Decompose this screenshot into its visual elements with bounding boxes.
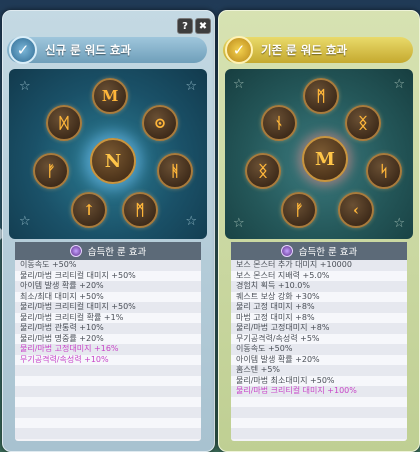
list-item bbox=[15, 428, 201, 439]
rune-board: ☆ ☆ ☆ ☆ M ⊙ ᚻ ᛗ ↑ ᚠ ᛞ N bbox=[9, 69, 207, 239]
list-item: 물리/마법 크리티컬 대미지 +100% bbox=[231, 386, 407, 397]
star-icon: ☆ bbox=[185, 214, 197, 229]
star-icon: ☆ bbox=[185, 79, 197, 94]
list-item bbox=[15, 396, 201, 407]
effect-list: 이동속도 +50% 물리/마법 크리티컬 대미지 +50% 아이템 발생 확률 … bbox=[15, 260, 201, 439]
panel-title: 기존 룬 워드 효과 bbox=[261, 43, 348, 57]
list-item: 무기공격력/속성력 +5% bbox=[231, 333, 407, 344]
list-item: 아이템 발생 확률 +20% bbox=[15, 281, 201, 292]
rune-slot-3[interactable]: ᛋ bbox=[366, 153, 402, 189]
list-item: 이동속도 +50% bbox=[15, 260, 201, 271]
list-item bbox=[231, 428, 407, 439]
star-icon: ☆ bbox=[19, 79, 31, 94]
list-item: 이동속도 +50% bbox=[231, 344, 407, 355]
list-item: 물리/마법 크리티컬 확률 +1% bbox=[15, 312, 201, 323]
effect-list-box: 습득한 룬 효과 보스 몬스터 추가 대미지 +10000 보스 몬스터 지배력… bbox=[231, 242, 407, 441]
list-item: 아이템 발생 확률 +20% bbox=[231, 354, 407, 365]
rune-orb-icon bbox=[280, 245, 293, 257]
list-item bbox=[231, 396, 407, 407]
checkmark-icon: ✓ bbox=[225, 36, 253, 64]
list-item bbox=[15, 386, 201, 397]
list-item bbox=[231, 407, 407, 418]
rune-slot-7[interactable]: ᚾ bbox=[261, 105, 297, 141]
center-rune[interactable]: M bbox=[302, 136, 348, 182]
star-icon: ☆ bbox=[393, 216, 405, 231]
list-item: 무기공격력/속성력 +10% bbox=[15, 354, 201, 365]
list-item: 물리/마법 고정대미지 +16% bbox=[15, 344, 201, 355]
star-icon: ☆ bbox=[233, 216, 245, 231]
rune-slot-2[interactable]: ⊙ bbox=[142, 105, 178, 141]
list-item: 물리/마법 크리티컬 대미지 +50% bbox=[15, 302, 201, 313]
rune-slot-2[interactable]: ᛝ bbox=[345, 105, 381, 141]
panel-header: ✓ 기존 룬 워드 효과 bbox=[223, 36, 413, 64]
list-item: 최소/최대 대미지 +50% bbox=[15, 291, 201, 302]
checkmark-icon: ✓ bbox=[9, 36, 37, 64]
star-icon: ☆ bbox=[19, 214, 31, 229]
list-header: 습득한 룬 효과 bbox=[231, 242, 407, 260]
rune-slot-4[interactable]: ‹ bbox=[338, 192, 374, 228]
list-item bbox=[15, 417, 201, 428]
list-item: 물리/마법 크리티컬 대미지 +50% bbox=[15, 270, 201, 281]
close-button[interactable]: ✖ bbox=[195, 18, 211, 34]
list-item bbox=[231, 417, 407, 428]
rune-slot-1[interactable]: M bbox=[92, 78, 128, 114]
star-icon: ☆ bbox=[393, 77, 405, 92]
list-item bbox=[15, 365, 201, 376]
rune-orb-icon bbox=[69, 245, 82, 257]
rune-slot-5[interactable]: ↑ bbox=[71, 192, 107, 228]
star-icon: ☆ bbox=[233, 77, 245, 92]
rune-slot-7[interactable]: ᛞ bbox=[46, 105, 82, 141]
panel-header: ✓ 신규 룬 워드 효과 bbox=[7, 36, 207, 64]
list-item: 물리/마법 고정대미지 +8% bbox=[231, 323, 407, 334]
existing-rune-word-panel: ✓ 기존 룬 워드 효과 ☆ ☆ ☆ ☆ ᛗ ᛝ ᛋ ‹ ᚠ ᛝ ᚾ M 습득한… bbox=[218, 10, 420, 452]
rune-slot-6[interactable]: ᛝ bbox=[245, 153, 281, 189]
rune-slot-5[interactable]: ᚠ bbox=[281, 192, 317, 228]
list-title: 습득한 룬 효과 bbox=[87, 247, 147, 258]
rune-slot-4[interactable]: ᛗ bbox=[122, 192, 158, 228]
list-item: 경험치 획득 +10.0% bbox=[231, 281, 407, 292]
list-item: 물리/마법 명중률 +20% bbox=[15, 333, 201, 344]
rune-slot-6[interactable]: ᚠ bbox=[33, 153, 69, 189]
panel-title: 신규 룬 워드 효과 bbox=[45, 43, 132, 57]
rune-slot-3[interactable]: ᚻ bbox=[157, 153, 193, 189]
list-item: 물리/마법 최소대미지 +50% bbox=[231, 375, 407, 386]
list-item bbox=[15, 407, 201, 418]
list-item: 퀘스트 보상 강화 +30% bbox=[231, 291, 407, 302]
list-item: 보스 몬스터 지배력 +5.0% bbox=[231, 270, 407, 281]
list-item: 마법 고정 대미지 +8% bbox=[231, 312, 407, 323]
center-rune[interactable]: N bbox=[90, 138, 136, 184]
list-item: 보스 몬스터 추가 대미지 +10000 bbox=[231, 260, 407, 271]
list-item: 물리/마법 관통력 +10% bbox=[15, 323, 201, 334]
list-item: 홈스텐 +5% bbox=[231, 365, 407, 376]
new-rune-word-panel: ✓ 신규 룬 워드 효과 ☆ ☆ ☆ ☆ M ⊙ ᚻ ᛗ ↑ ᚠ ᛞ N 습득한… bbox=[2, 10, 215, 452]
list-header: 습득한 룬 효과 bbox=[15, 242, 201, 260]
list-item bbox=[15, 375, 201, 386]
effect-list: 보스 몬스터 추가 대미지 +10000 보스 몬스터 지배력 +5.0% 경험… bbox=[231, 260, 407, 439]
list-title: 습득한 룬 효과 bbox=[298, 247, 358, 258]
rune-slot-1[interactable]: ᛗ bbox=[303, 78, 339, 114]
rune-board: ☆ ☆ ☆ ☆ ᛗ ᛝ ᛋ ‹ ᚠ ᛝ ᚾ M bbox=[225, 69, 413, 239]
help-button[interactable]: ? bbox=[177, 18, 193, 34]
effect-list-box: 습득한 룬 효과 이동속도 +50% 물리/마법 크리티컬 대미지 +50% 아… bbox=[15, 242, 201, 441]
list-item: 물리 고정 대미지 +8% bbox=[231, 302, 407, 313]
